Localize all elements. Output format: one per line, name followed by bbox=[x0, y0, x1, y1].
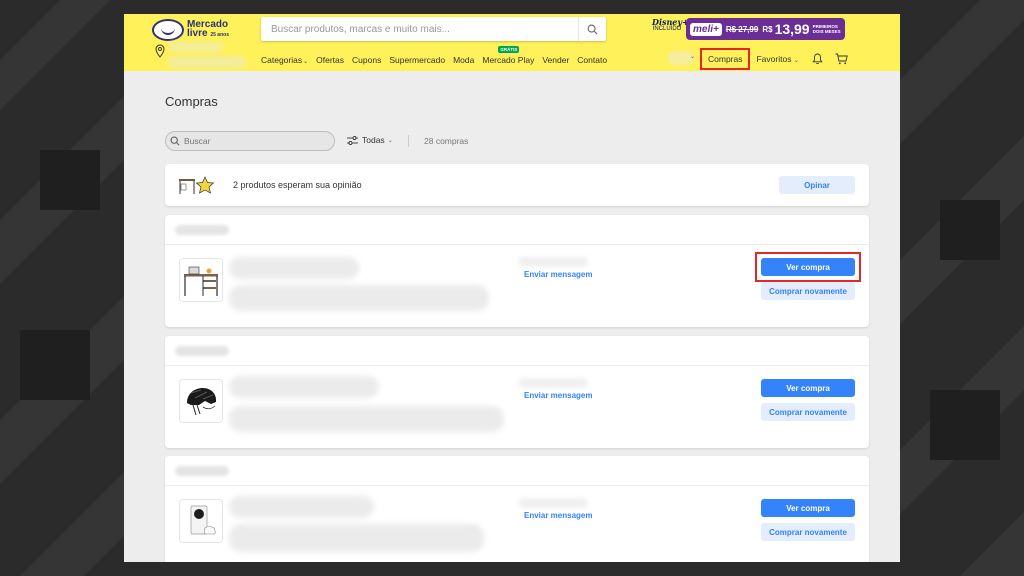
product-thumbnail[interactable] bbox=[179, 499, 223, 543]
search-icon bbox=[587, 24, 598, 34]
comprar-novamente-button[interactable]: Comprar novamente bbox=[761, 523, 855, 541]
header-search bbox=[261, 17, 606, 41]
status-filter-dropdown[interactable]: Todas ⌄ bbox=[347, 135, 393, 145]
comprar-novamente-button[interactable]: Comprar novamente bbox=[761, 282, 855, 300]
ver-compra-button[interactable]: Ver compra bbox=[761, 258, 855, 276]
ver-compra-button[interactable]: Ver compra bbox=[761, 499, 855, 517]
location-pin-icon[interactable] bbox=[155, 44, 165, 58]
send-message-link[interactable]: Enviar mensagem bbox=[524, 270, 592, 279]
search-input[interactable] bbox=[261, 17, 571, 41]
gratis-badge: GRÁTIS bbox=[498, 46, 520, 53]
search-icon bbox=[170, 135, 182, 147]
purchase-card: Enviar mensagem Ver compra Comprar novam… bbox=[165, 336, 869, 448]
review-products-image bbox=[179, 176, 215, 194]
nav-categorias[interactable]: Categorias⌄ bbox=[261, 55, 308, 65]
purchase-date-redacted bbox=[175, 466, 229, 476]
search-button[interactable] bbox=[578, 17, 606, 41]
product-title-redacted bbox=[229, 376, 379, 398]
product-title-redacted bbox=[229, 524, 484, 552]
notifications-button[interactable] bbox=[811, 52, 825, 66]
product-title-redacted bbox=[229, 257, 359, 279]
desk-product-image bbox=[184, 266, 218, 296]
product-title-redacted bbox=[229, 496, 374, 518]
nav-contato[interactable]: Contato bbox=[577, 55, 607, 65]
divider bbox=[165, 365, 869, 366]
nav-favoritos[interactable]: Favoritos ⌄ bbox=[756, 54, 798, 64]
page-title: Compras bbox=[165, 94, 218, 109]
browser-viewport: Mercado livre 25 anos Disney+ INCLUÍDO m… bbox=[124, 14, 900, 562]
account-nav: Compras Favoritos ⌄ bbox=[700, 48, 859, 70]
nav-supermercado[interactable]: Supermercado bbox=[389, 55, 445, 65]
disney-sub: INCLUÍDO bbox=[652, 26, 682, 32]
logo-line2: livre bbox=[187, 28, 208, 39]
nav-compras[interactable]: Compras bbox=[700, 48, 751, 70]
purchases-search bbox=[165, 131, 335, 151]
purchase-date-redacted bbox=[175, 346, 229, 356]
send-message-link[interactable]: Enviar mensagem bbox=[524, 511, 592, 520]
divider bbox=[408, 135, 409, 147]
site-header: Mercado livre 25 anos Disney+ INCLUÍDO m… bbox=[124, 14, 900, 71]
meli-promo-line2: DOIS MESES bbox=[812, 29, 841, 34]
bell-icon bbox=[812, 53, 824, 65]
purchases-search-input[interactable] bbox=[184, 136, 324, 146]
meli-old-price: R$ 27,99 bbox=[725, 24, 759, 34]
seller-redacted bbox=[518, 378, 588, 388]
purchase-date-redacted bbox=[175, 225, 229, 235]
meli-plus-banner[interactable]: meli+ R$ 27,99 R$ 13,99 PRIMEIROS DOIS M… bbox=[686, 18, 845, 40]
console-product-image bbox=[190, 505, 216, 535]
logo-sub: 25 anos bbox=[210, 32, 229, 38]
nav-cupons[interactable]: Cupons bbox=[352, 55, 381, 65]
product-thumbnail[interactable] bbox=[179, 258, 223, 302]
filter-sliders-icon bbox=[347, 135, 358, 145]
disney-label: Disney+ bbox=[652, 17, 689, 27]
chevron-down-icon: ⌄ bbox=[303, 59, 309, 65]
chevron-down-icon: ⌄ bbox=[793, 58, 799, 64]
comprar-novamente-button[interactable]: Comprar novamente bbox=[761, 403, 855, 421]
nav-vender[interactable]: Vender bbox=[542, 55, 569, 65]
disney-plus-badge[interactable]: Disney+ INCLUÍDO bbox=[652, 17, 689, 43]
seller-redacted bbox=[518, 498, 588, 508]
chevron-down-icon: ⌄ bbox=[690, 54, 696, 60]
product-title-redacted bbox=[229, 285, 489, 311]
purchase-card: Enviar mensagem Ver compra Comprar novam… bbox=[165, 456, 869, 562]
main-nav: Categorias⌄ Ofertas Cupons Supermercado … bbox=[261, 46, 615, 67]
helmet-product-image bbox=[187, 388, 217, 416]
product-title-redacted bbox=[229, 406, 504, 432]
seller-redacted bbox=[518, 257, 588, 267]
address-redacted bbox=[168, 42, 223, 52]
divider bbox=[165, 244, 869, 245]
chevron-down-icon: ⌄ bbox=[387, 137, 393, 144]
address-redacted bbox=[168, 56, 246, 68]
nav-moda[interactable]: Moda bbox=[453, 55, 474, 65]
review-pending-text: 2 produtos esperam sua opinião bbox=[233, 180, 362, 190]
opinar-button[interactable]: Opinar bbox=[779, 176, 855, 194]
purchase-card: Enviar mensagem Ver compra Comprar novam… bbox=[165, 215, 869, 327]
mercado-livre-logo[interactable]: Mercado livre 25 anos bbox=[152, 18, 234, 42]
ver-compra-button[interactable]: Ver compra bbox=[761, 379, 855, 397]
cart-icon bbox=[835, 53, 849, 65]
nav-mercado-play[interactable]: GRÁTIS Mercado Play bbox=[482, 46, 534, 65]
divider bbox=[165, 485, 869, 486]
purchases-count: 28 compras bbox=[424, 136, 469, 146]
meli-currency: R$ bbox=[762, 24, 773, 34]
product-thumbnail[interactable] bbox=[179, 379, 223, 423]
status-filter-label: Todas bbox=[362, 135, 385, 145]
cart-button[interactable] bbox=[835, 52, 849, 66]
nav-ofertas[interactable]: Ofertas bbox=[316, 55, 344, 65]
meli-new-price: 13,99 bbox=[774, 21, 810, 37]
handshake-logo-icon bbox=[152, 19, 184, 41]
review-pending-card: 2 produtos esperam sua opinião Opinar bbox=[165, 164, 869, 206]
send-message-link[interactable]: Enviar mensagem bbox=[524, 391, 592, 400]
meli-tag: meli+ bbox=[690, 22, 722, 36]
